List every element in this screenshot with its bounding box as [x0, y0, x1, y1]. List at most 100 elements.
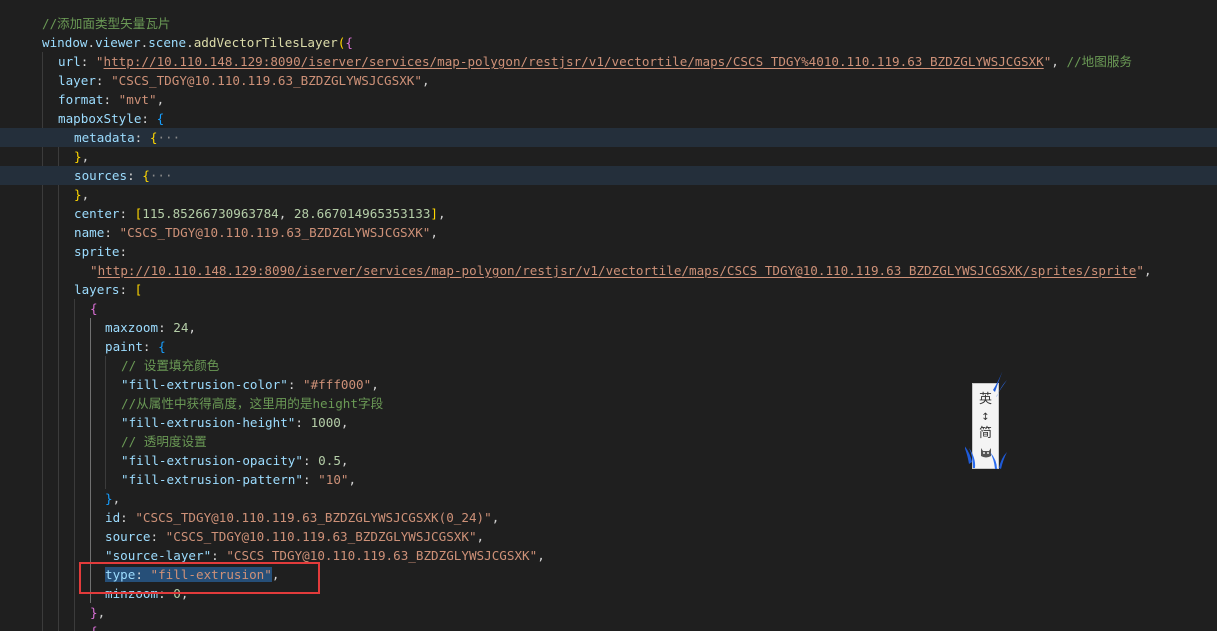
code-token: maxzoom [105, 320, 159, 335]
code-text: "fill-extrusion-opacity": 0.5, [121, 451, 349, 470]
code-text: }, [90, 603, 105, 622]
code-token: http://10.110.148.129:8090/iserver/servi… [103, 54, 1044, 69]
code-line[interactable]: url: "http://10.110.148.129:8090/iserver… [0, 52, 1217, 71]
code-text: { [90, 299, 98, 318]
code-token: . [87, 35, 96, 50]
code-line[interactable]: id: "CSCS_TDGY@10.110.119.63_BZDZGLYWSJC… [0, 508, 1217, 527]
code-line[interactable]: source: "CSCS_TDGY@10.110.119.63_BZDZGLY… [0, 527, 1217, 546]
code-text: // 设置填充颜色 [121, 356, 219, 375]
code-token: : [302, 472, 319, 487]
code-line[interactable]: // 透明度设置 [0, 432, 1217, 451]
code-line[interactable]: "fill-extrusion-color": "#fff000", [0, 375, 1217, 394]
code-token: id [105, 510, 121, 525]
code-line[interactable]: window.viewer.scene.addVectorTilesLayer(… [0, 33, 1217, 52]
code-editor[interactable]: //添加面类型矢量瓦片 window.viewer.scene.addVector… [0, 0, 1217, 631]
code-line[interactable]: //添加面类型矢量瓦片 [0, 14, 1217, 33]
code-token: ] [430, 206, 438, 221]
code-line[interactable]: format: "mvt", [0, 90, 1217, 109]
code-line[interactable]: sprite: [0, 242, 1217, 261]
code-line[interactable]: }, [0, 489, 1217, 508]
code-text: sprite: [74, 242, 127, 261]
code-line[interactable]: }, [0, 603, 1217, 622]
code-line[interactable]: center: [115.85266730963784, 28.66701496… [0, 204, 1217, 223]
ime-toolbar[interactable]: 英 ↕ 简 [965, 372, 1007, 469]
code-token: , [371, 377, 379, 392]
code-line[interactable]: "http://10.110.148.129:8090/iserver/serv… [0, 261, 1217, 280]
code-token: } [90, 605, 98, 620]
code-token: } [74, 187, 82, 202]
code-token: "fill-extrusion-opacity" [121, 453, 303, 468]
fold-ellipsis[interactable]: ··· [150, 168, 173, 183]
code-token: { [90, 624, 98, 631]
code-token: 24 [173, 320, 189, 335]
code-token: scene [148, 35, 187, 50]
code-text: //从属性中获得高度，这里用的是height字段 [121, 394, 383, 413]
code-line[interactable]: //从属性中获得高度，这里用的是height字段 [0, 394, 1217, 413]
code-token: } [74, 149, 82, 164]
code-line[interactable]: // 设置填充颜色 [0, 356, 1217, 375]
code-text: url: "http://10.110.148.129:8090/iserver… [58, 52, 1132, 71]
code-line[interactable]: sources: {··· [0, 166, 1217, 185]
code-token: 28.667014965353133 [293, 206, 431, 221]
code-token: "fill-extrusion-pattern" [121, 472, 303, 487]
code-token: , [97, 605, 106, 620]
code-line[interactable]: }, [0, 185, 1217, 204]
code-line[interactable]: "fill-extrusion-opacity": 0.5, [0, 451, 1217, 470]
code-token: "CSCS_TDGY@10.110.119.63_BZDZGLYWSJCGSXK… [111, 73, 422, 88]
code-token: //添加面类型矢量瓦片 [42, 16, 171, 31]
code-text: "fill-extrusion-height": 1000, [121, 413, 349, 432]
code-token: // 透明度设置 [121, 434, 207, 449]
code-token: : [158, 320, 174, 335]
code-line[interactable]: }, [0, 147, 1217, 166]
code-token: , [421, 73, 430, 88]
code-token: viewer [95, 35, 141, 50]
code-line[interactable]: name: "CSCS_TDGY@10.110.119.63_BZDZGLYWS… [0, 223, 1217, 242]
code-line[interactable]: { [0, 299, 1217, 318]
code-text: paint: { [105, 337, 166, 356]
code-token: { [345, 35, 353, 50]
code-token: : [104, 225, 120, 240]
code-line[interactable]: mapboxStyle: { [0, 109, 1217, 128]
code-token: name [74, 225, 105, 240]
code-token: "source-layer" [105, 548, 212, 563]
code-token: , [340, 415, 349, 430]
code-line[interactable]: maxzoom: 24, [0, 318, 1217, 337]
code-text: }, [74, 147, 89, 166]
code-token: : [95, 73, 112, 88]
code-text: }, [105, 489, 120, 508]
code-line[interactable]: layer: "CSCS_TDGY@10.110.119.63_BZDZGLYW… [0, 71, 1217, 90]
code-line[interactable]: layers: [ [0, 280, 1217, 299]
code-token: " [90, 263, 98, 278]
fold-ellipsis[interactable]: ··· [157, 130, 180, 145]
code-token: "fill-extrusion-height" [121, 415, 296, 430]
code-token: source [105, 529, 151, 544]
code-token: "CSCS_TDGY@10.110.119.63_BZDZGLYWSJCGSXK… [226, 548, 538, 563]
code-token: center [74, 206, 120, 221]
code-token: "CSCS_TDGY@10.110.119.63_BZDZGLYWSJCGSXK… [119, 225, 431, 240]
code-text: sources: {··· [74, 166, 173, 185]
code-token: url [58, 54, 81, 69]
code-text: window.viewer.scene.addVectorTilesLayer(… [42, 33, 353, 52]
code-line[interactable]: "fill-extrusion-pattern": "10", [0, 470, 1217, 489]
code-token: addVectorTilesLayer [193, 35, 338, 50]
code-token: : [142, 339, 159, 354]
code-token: "10" [318, 472, 349, 487]
code-token: : [141, 111, 157, 126]
code-text: source: "CSCS_TDGY@10.110.119.63_BZDZGLY… [105, 527, 484, 546]
code-line[interactable]: paint: { [0, 337, 1217, 356]
code-line[interactable]: "fill-extrusion-height": 1000, [0, 413, 1217, 432]
code-token: , [438, 206, 446, 221]
code-token: format [58, 92, 104, 107]
code-line[interactable]: { [0, 622, 1217, 631]
code-text: format: "mvt", [58, 90, 164, 109]
code-token: : [119, 244, 128, 259]
code-token: , [348, 472, 357, 487]
code-text: name: "CSCS_TDGY@10.110.119.63_BZDZGLYWS… [74, 223, 438, 242]
code-token: "CSCS_TDGY@10.110.119.63_BZDZGLYWSJCGSXK… [135, 510, 492, 525]
code-line[interactable]: metadata: {··· [0, 128, 1217, 147]
code-token: : [134, 130, 150, 145]
code-token: //地图服务 [1066, 54, 1133, 69]
code-token: http://10.110.148.129:8090/iserver/servi… [97, 263, 1137, 278]
code-token: } [105, 491, 113, 506]
code-token: , [188, 320, 197, 335]
